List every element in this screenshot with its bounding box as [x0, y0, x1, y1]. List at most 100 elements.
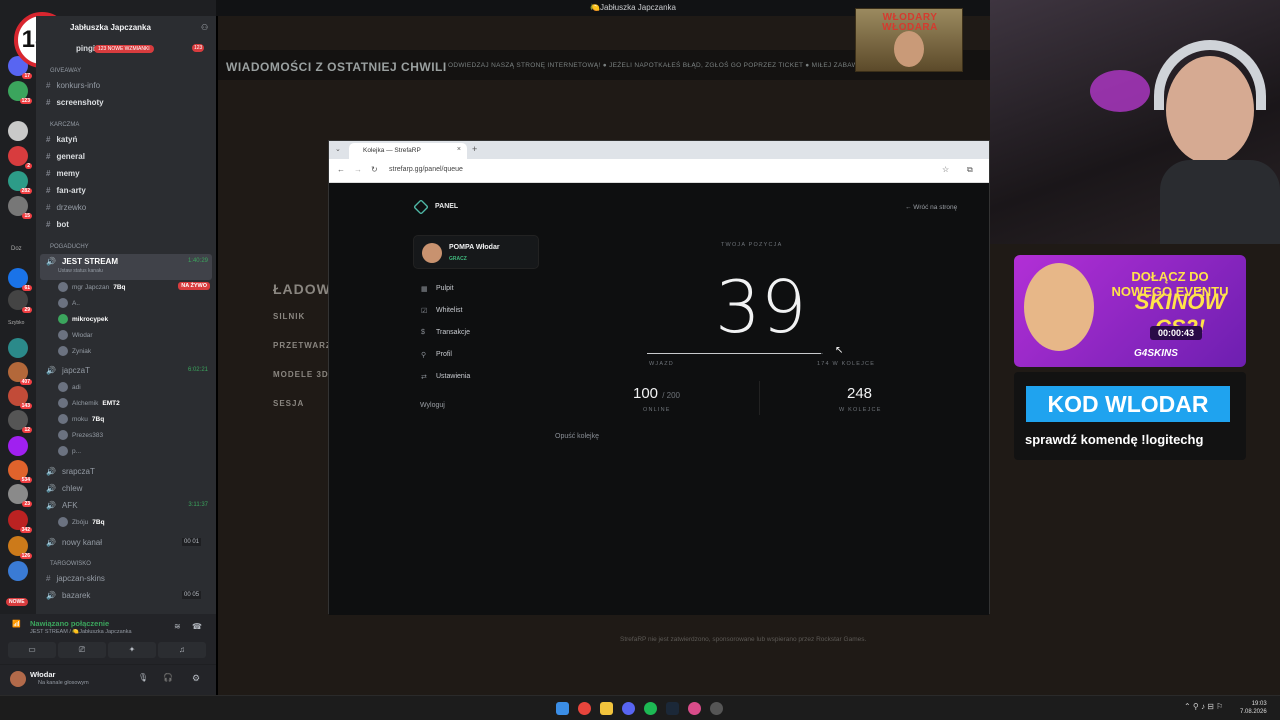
channel-katyn[interactable]: # katyń — [46, 135, 77, 144]
gear-icon[interactable]: ⚙ — [192, 673, 200, 684]
nav-item-transakcje[interactable]: $ Transakcje — [421, 329, 470, 336]
reload-icon[interactable]: ↻ — [371, 165, 378, 174]
back-to-site-link[interactable]: ← Wróć na stronę — [905, 204, 957, 211]
server-icon[interactable]: 282 — [8, 171, 32, 194]
voice-timer: 1:40:29 — [187, 258, 208, 264]
channel-memy[interactable]: # memy — [46, 169, 80, 178]
category-karczma[interactable]: KARCZMA — [50, 122, 79, 128]
voice-user[interactable]: mikrocypek — [58, 314, 108, 324]
server-icon[interactable]: 123 — [8, 81, 32, 104]
category-targowisko[interactable]: TARGOWISKO — [50, 561, 91, 567]
voice-channel-afk[interactable]: 🔊 AFK — [46, 501, 78, 510]
discord-icon[interactable] — [622, 702, 635, 715]
leave-queue-button[interactable]: Opuść kolejkę — [555, 433, 599, 440]
extensions-icon[interactable]: ⧉ — [967, 165, 973, 175]
voice-user[interactable]: Zbóju 7Bq — [58, 517, 105, 527]
channel-general[interactable]: # general — [46, 152, 85, 161]
back-icon[interactable]: ← — [337, 165, 345, 174]
voice-user[interactable]: Włodar — [58, 330, 93, 340]
activities-button[interactable]: ✦ — [108, 642, 156, 658]
server-icon[interactable]: 342 — [8, 510, 32, 533]
forward-icon[interactable]: → — [354, 165, 362, 174]
spotify-icon[interactable] — [644, 702, 657, 715]
category-giveaway[interactable]: GIVEAWAY — [50, 68, 81, 74]
server-icon[interactable]: 407 — [8, 362, 32, 385]
disconnect-icon[interactable]: ☎ — [192, 622, 202, 631]
voice-channel-bazarek[interactable]: 🔊 bazarek — [46, 591, 90, 600]
server-icon[interactable] — [8, 436, 28, 456]
server-icon[interactable]: 23 — [8, 484, 32, 507]
voice-user[interactable]: Zyniak — [58, 346, 91, 356]
noise-suppression-icon[interactable]: ≋ — [174, 622, 181, 631]
server-icon[interactable]: 126 — [8, 536, 32, 559]
nav-item-whitelist[interactable]: ☑ Whitelist — [421, 307, 462, 315]
online-label: ONLINE — [643, 407, 671, 413]
signal-icon[interactable]: 📶 — [12, 620, 21, 628]
system-clock[interactable]: 19:03 7.08.2026 — [1240, 700, 1267, 716]
app-icon[interactable] — [710, 702, 723, 715]
url-field[interactable]: strefarp.gg/panel/queue — [389, 166, 463, 173]
folder-icon[interactable] — [600, 702, 613, 715]
logout-link[interactable]: Wyloguj — [420, 402, 445, 409]
divider — [759, 381, 760, 415]
microphone-icon[interactable]: 🎙 — [138, 673, 148, 682]
voice-user[interactable]: p... — [58, 446, 81, 456]
tray-icons[interactable]: ⌃ ⚲ ♪ ⊟ ⚐ — [1184, 702, 1223, 711]
screen-share-button[interactable]: ⎚ — [58, 642, 106, 658]
voice-user[interactable]: A.. — [58, 298, 80, 308]
add-member-icon[interactable]: ⚇ — [201, 23, 208, 32]
category-pogaduchy[interactable]: POGADUCHY — [50, 244, 89, 250]
server-icon[interactable]: 143 — [8, 386, 32, 409]
voice-channel-nowy-kanal[interactable]: 🔊 nowy kanał — [46, 538, 102, 547]
voice-channel-japczat[interactable]: 🔊 japczaT — [46, 366, 90, 375]
voice-user[interactable]: Alchemik EMT2 — [58, 398, 120, 408]
nav-item-profil[interactable]: ⚲ Profil — [421, 351, 452, 359]
channel-konkurs-info[interactable]: # konkurs-info — [46, 81, 100, 90]
online-count: 100 / 200 — [633, 385, 680, 402]
channel-fan-arty[interactable]: # fan-arty — [46, 186, 86, 195]
server-icon[interactable]: 534 — [8, 460, 32, 483]
voice-user[interactable]: moku 7Bq — [58, 414, 104, 424]
channel-status[interactable]: Ustaw status kanału — [58, 268, 103, 274]
server-icon[interactable] — [8, 561, 28, 581]
steam-icon[interactable] — [666, 702, 679, 715]
start-icon[interactable] — [556, 702, 569, 715]
headphones-icon[interactable]: 🎧 — [163, 673, 173, 682]
soundboard-button[interactable]: ♫ — [158, 642, 206, 658]
voice-user[interactable]: adi — [58, 382, 81, 392]
voice-channel-srapczat[interactable]: 🔊 srapczaT — [46, 467, 95, 476]
server-icon[interactable]: 2 — [8, 146, 32, 169]
progress-end-label: 174 W KOLEJCE — [817, 361, 876, 367]
server-icon[interactable]: 12 — [8, 410, 32, 433]
close-tab-icon[interactable]: × — [457, 146, 461, 153]
nav-item-ustawienia[interactable]: ⇄ Ustawienia — [421, 373, 470, 381]
camera-button[interactable]: ▭ — [8, 642, 56, 658]
server-icon[interactable] — [8, 121, 28, 141]
mentions-count: 123 — [192, 44, 205, 52]
channel-screenshoty[interactable]: # screenshoty — [46, 98, 104, 107]
voice-user[interactable]: mgr Japczan 7Bq — [58, 282, 126, 292]
voice-channel-path[interactable]: JEST STREAM / 🍋Jabłuszka Japczanka — [30, 629, 132, 635]
server-icon[interactable]: 29 — [8, 290, 32, 313]
server-name[interactable]: Jabłuszka Japczanka — [70, 23, 151, 32]
voice-user[interactable]: Prezes383 — [58, 430, 103, 440]
new-mentions-badge[interactable]: 123 NOWE WZMIANKI — [94, 45, 154, 53]
channel-bot[interactable]: # bot — [46, 220, 69, 229]
chrome-icon[interactable] — [578, 702, 591, 715]
voice-channel-chlew[interactable]: 🔊 chlew — [46, 484, 82, 493]
voice-channel-jest-stream[interactable]: 🔊 JEST STREAM — [46, 257, 118, 266]
server-icon[interactable] — [8, 338, 28, 358]
browser-icon[interactable] — [688, 702, 701, 715]
avatar[interactable] — [10, 671, 26, 687]
bookmark-icon[interactable]: ☆ — [942, 165, 949, 174]
nav-item-pulpit[interactable]: ▦ Pulpit — [421, 285, 454, 293]
server-icon[interactable]: 61 — [8, 268, 32, 291]
channel-drzewko[interactable]: # drzewko — [46, 203, 86, 212]
new-tab-icon[interactable]: + — [472, 144, 477, 154]
channel-japczan-skins[interactable]: # japczan-skins — [46, 574, 105, 583]
profile-card[interactable]: POMPA Włodar GRACZ — [413, 235, 539, 269]
tab-list-icon[interactable]: ⌄ — [335, 145, 341, 153]
browser-tab[interactable]: Kolejka — StrefaRP × — [349, 143, 467, 159]
server-icon[interactable]: 15 — [8, 196, 32, 219]
channel-pingi[interactable]: pingi — [76, 44, 95, 53]
